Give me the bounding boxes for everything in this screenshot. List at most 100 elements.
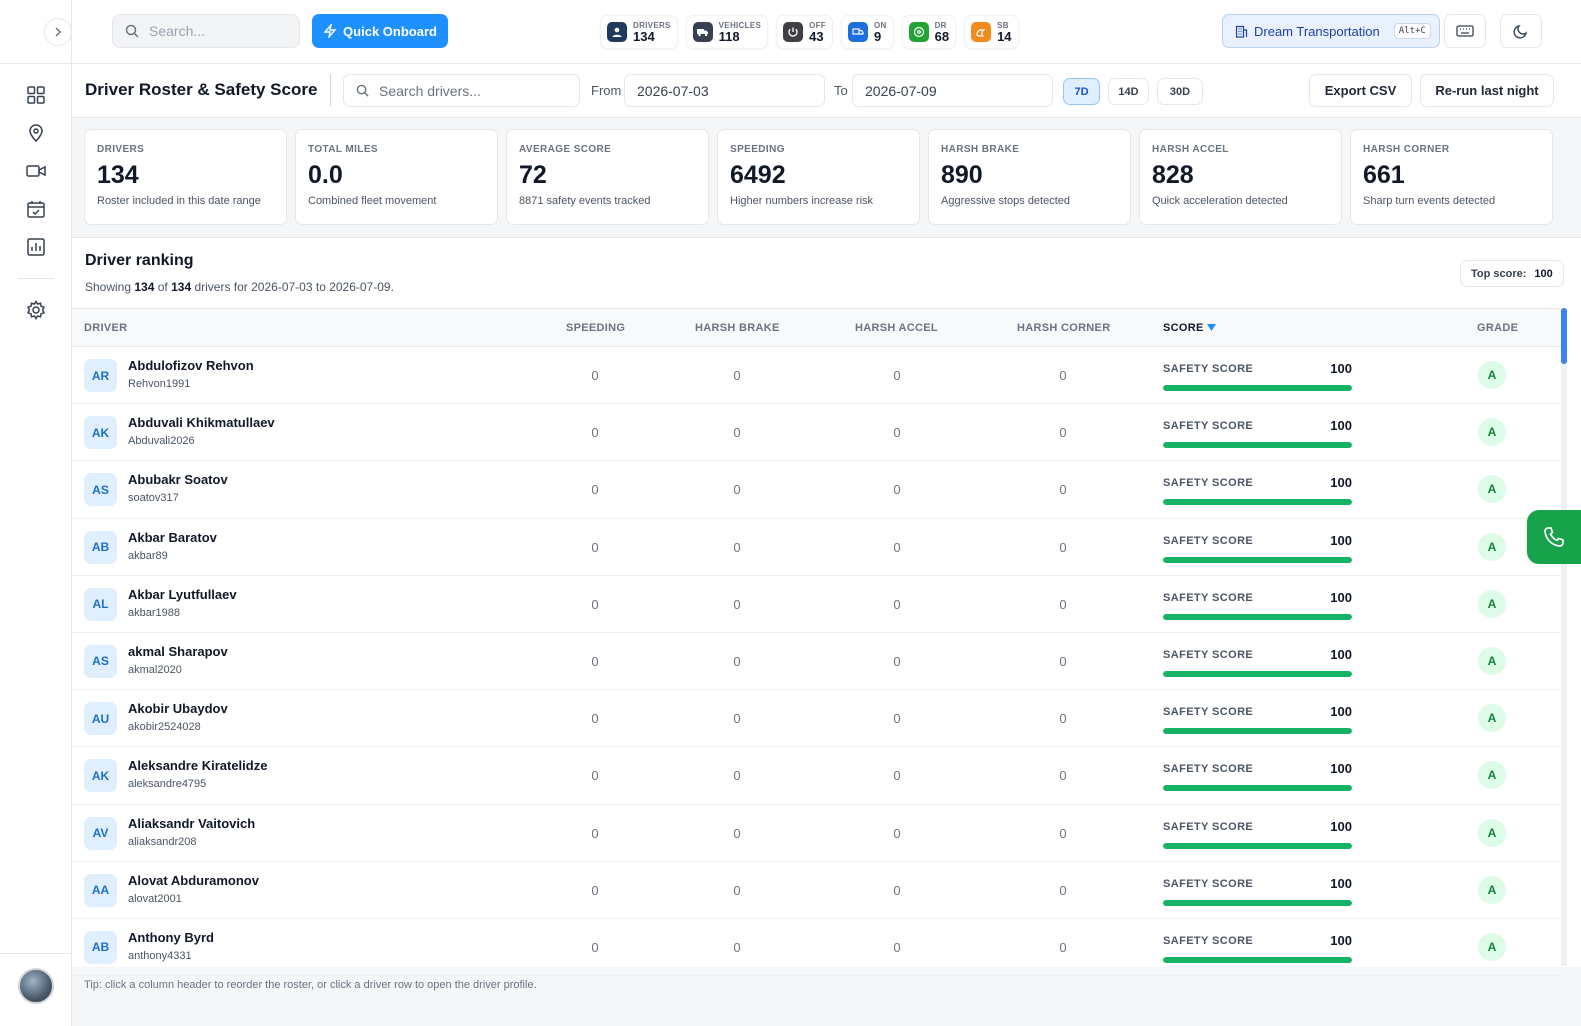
stat-sleeper[interactable]: SB 14 (964, 15, 1019, 49)
search-icon (125, 24, 139, 38)
table-row[interactable]: AS Abubakr Soatov soatov317 0 0 0 0 SAFETY SCOR… (72, 461, 1565, 519)
range-14d-button[interactable]: 14D (1108, 78, 1149, 105)
sidebar-toggle-button[interactable] (44, 18, 72, 46)
sidebar-item-schedule[interactable] (16, 190, 56, 228)
column-header-driver[interactable]: DRIVER (84, 322, 127, 334)
metric-subtitle: Roster included in this date range (97, 195, 261, 207)
safety-score-value: 100 (1330, 532, 1352, 548)
cell-speeding: 0 (591, 596, 599, 612)
table-row[interactable]: AB Anthony Byrd anthony4331 0 0 0 0 SAFETY SCOR… (72, 919, 1565, 977)
metric-subtitle: Aggressive stops detected (941, 195, 1071, 207)
cell-corner: 0 (1059, 482, 1067, 498)
driver-search-placeholder: Search drivers... (379, 82, 481, 99)
table-row[interactable]: AS akmal Sharapov akmal2020 0 0 0 0 SAFETY SCOR… (72, 633, 1565, 691)
from-label: From (591, 83, 622, 98)
rerun-last-night-button[interactable]: Re-run last night (1420, 74, 1554, 107)
driver-initials-avatar: AU (84, 702, 117, 736)
cell-brake: 0 (733, 653, 741, 669)
metric-card-harsh-corner: HARSH CORNER 661 Sharp turn events detec… (1350, 129, 1553, 225)
cell-speeding: 0 (591, 768, 599, 784)
sidebar-item-map[interactable] (16, 114, 56, 152)
safety-score-label: SAFETY SCORE (1163, 477, 1254, 490)
cell-accel: 0 (893, 711, 901, 727)
driver-name: Anthony Byrd (128, 929, 214, 945)
table-row[interactable]: AU Akobir Ubaydov akobir2524028 0 0 0 0 SAFETY … (72, 690, 1565, 748)
cell-brake: 0 (733, 711, 741, 727)
sidebar-item-cameras[interactable] (16, 152, 56, 190)
driver-name: Abdulofizov Rehvon (128, 358, 254, 373)
phone-icon (1544, 527, 1564, 547)
cell-speeding: 0 (591, 711, 599, 727)
column-header-harsh-accel[interactable]: HARSH ACCEL (855, 322, 938, 334)
building-icon (1235, 25, 1248, 38)
range-7d-button[interactable]: 7D (1063, 78, 1100, 105)
keyboard-shortcuts-button[interactable] (1444, 14, 1486, 48)
safety-score-value: 100 (1330, 589, 1352, 605)
driver-initials-avatar: AR (84, 359, 117, 392)
cell-corner: 0 (1059, 939, 1067, 955)
grade-badge: A (1478, 361, 1506, 389)
chevron-right-icon (55, 27, 62, 37)
safety-score-bar (1163, 556, 1352, 563)
sidebar-item-dashboard[interactable] (16, 76, 56, 114)
column-header-score[interactable]: SCORE (1163, 322, 1216, 334)
safety-score-bar-fill (1163, 785, 1352, 792)
power-icon (783, 22, 804, 42)
table-scrollbar[interactable] (1561, 308, 1567, 966)
safety-score-label: SAFETY SCORE (1163, 877, 1254, 890)
to-date-input[interactable]: 2026-07-09 (852, 74, 1053, 107)
table-row[interactable]: AK Aleksandre Kiratelidze aleksandre4795 0 0… (72, 747, 1565, 805)
table-row[interactable]: AL Akbar Lyutfullaev akbar1988 0 0 0 0 SAFETY S… (72, 576, 1565, 633)
steering-wheel-icon (908, 22, 929, 42)
user-avatar[interactable] (18, 968, 54, 1004)
metric-label: HARSH CORNER (1363, 144, 1450, 155)
table-row[interactable]: AB Akbar Baratov akbar89 0 0 0 0 SAFETY SCORE 10… (72, 519, 1565, 576)
table-row[interactable]: AR Abdulofizov Rehvon Rehvon1991 0 0 0 0 SAFETY… (72, 347, 1565, 405)
safety-score-bar-fill (1163, 442, 1352, 449)
metric-label: HARSH ACCEL (1152, 144, 1229, 155)
driver-ranking-panel: Driver ranking Showing 134 of 134 driver… (72, 237, 1581, 977)
sidebar-brand (0, 0, 72, 64)
column-header-harsh-brake[interactable]: HARSH BRAKE (695, 322, 780, 334)
stat-driving[interactable]: DR 68 (901, 15, 957, 49)
grade-badge: A (1478, 818, 1506, 847)
organization-name: Dream Transportation (1254, 23, 1380, 39)
grade-badge: A (1478, 646, 1506, 675)
table-row[interactable]: AA Alovat Abduramonov alovat2001 0 0 0 0 SAFETY… (72, 862, 1565, 919)
table-row[interactable]: AK Abduvali Khikmatullaev Abduvali2026 0 0 0 0… (72, 404, 1565, 462)
table-row[interactable]: AV Aliaksandr Vaitovich aliaksandr208 0 0 0 0 S… (72, 805, 1565, 862)
scrollbar-thumb[interactable] (1561, 308, 1567, 364)
ranking-summary-prefix: Showing (85, 280, 135, 294)
from-date-input[interactable]: 2026-07-03 (624, 74, 825, 107)
range-30d-button[interactable]: 30D (1157, 78, 1203, 105)
stat-on-duty[interactable]: ON 9 (841, 15, 894, 49)
metric-value: 0.0 (308, 161, 343, 189)
global-search-placeholder: Search... (149, 23, 206, 39)
sidebar-item-settings[interactable] (16, 291, 56, 329)
driver-username: akbar1988 (128, 606, 180, 619)
export-csv-button[interactable]: Export CSV (1309, 74, 1412, 107)
cell-corner: 0 (1059, 825, 1067, 841)
column-header-speeding[interactable]: SPEEDING (566, 322, 625, 334)
calendar-check-icon (26, 201, 45, 218)
keyboard-icon (1456, 25, 1474, 37)
stat-off-duty[interactable]: OFF 43 (776, 15, 833, 49)
stat-drivers[interactable]: DRIVERS 134 (600, 15, 678, 49)
global-search-input[interactable]: Search... (112, 14, 300, 48)
sidebar-item-reports[interactable] (16, 228, 56, 266)
driver-initials-avatar: AB (84, 530, 117, 564)
driver-search-input[interactable]: Search drivers... (343, 74, 580, 107)
column-header-harsh-corner[interactable]: HARSH CORNER (1017, 322, 1110, 334)
stat-vehicles[interactable]: VEHICLES 118 (685, 15, 769, 49)
theme-toggle-button[interactable] (1500, 14, 1542, 48)
organization-switcher[interactable]: Dream Transportation Alt+C (1222, 14, 1440, 48)
call-support-button[interactable] (1527, 510, 1581, 564)
quick-onboard-button[interactable]: Quick Onboard (312, 14, 448, 48)
safety-score-bar-fill (1163, 842, 1352, 849)
driver-username: anthony4331 (128, 949, 192, 962)
driver-username: alovat2001 (128, 892, 182, 905)
column-header-grade[interactable]: GRADE (1477, 322, 1518, 334)
safety-score-bar (1163, 670, 1352, 677)
cell-speeding: 0 (591, 482, 599, 498)
metric-value: 134 (97, 161, 139, 189)
